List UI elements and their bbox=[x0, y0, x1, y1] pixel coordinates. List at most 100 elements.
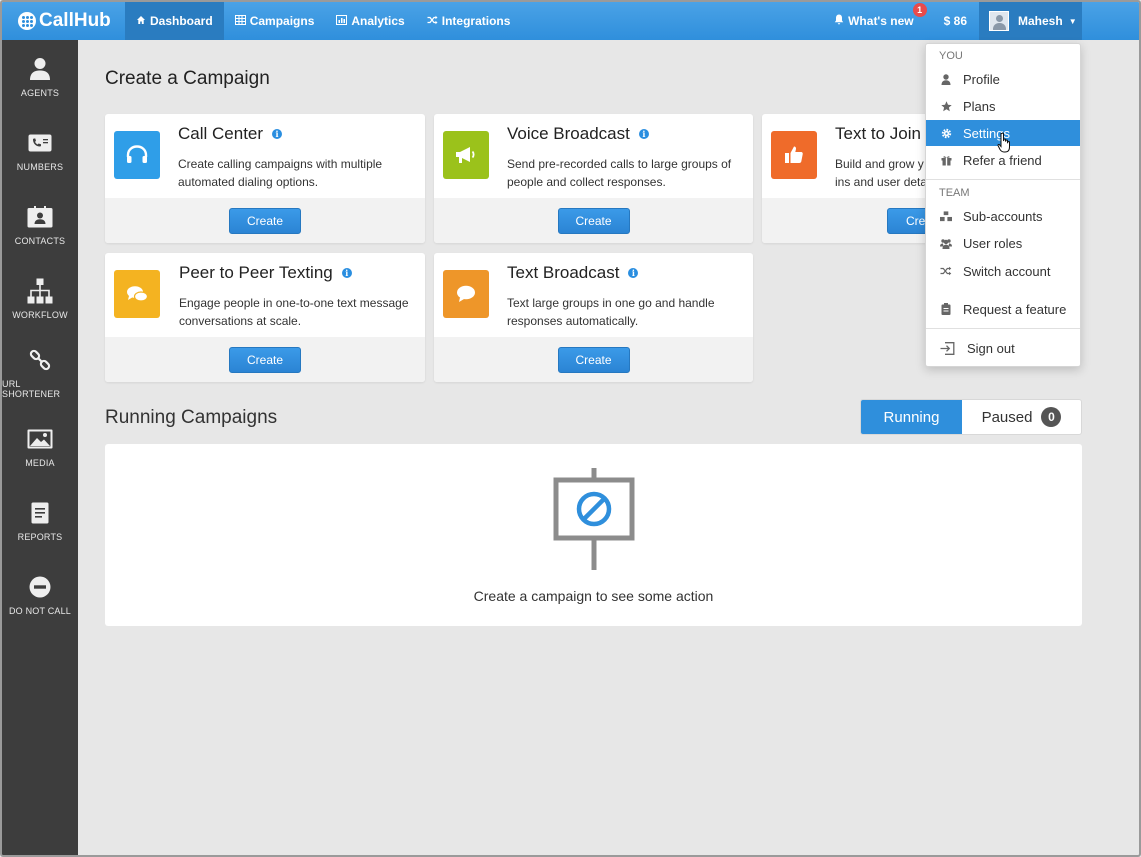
menu-section-you: YOU bbox=[939, 50, 963, 62]
sidebar-item-contacts[interactable]: CONTACTS bbox=[2, 188, 78, 262]
campaign-card-call-center: Call Center i Create calling campaigns wi… bbox=[105, 114, 425, 243]
menu-item-profile[interactable]: Profile bbox=[926, 66, 1080, 92]
menu-item-switch-account[interactable]: Switch account bbox=[926, 258, 1080, 284]
sidebar-item-url-shortener[interactable]: URL SHORTENER bbox=[2, 336, 78, 410]
sidebar-item-workflow[interactable]: WORKFLOW bbox=[2, 262, 78, 336]
campaign-card-text-broadcast: Text Broadcast i Text large groups in one… bbox=[434, 253, 753, 382]
tab-running[interactable]: Running bbox=[861, 400, 962, 434]
sidebar-item-label: CONTACTS bbox=[14, 236, 66, 246]
credit-balance[interactable]: $ 86 bbox=[944, 14, 967, 28]
speech-bubble-icon bbox=[443, 270, 489, 318]
minus-circle-icon bbox=[27, 574, 53, 600]
menu-item-plans[interactable]: Plans bbox=[926, 93, 1080, 119]
brand-name: CallHub bbox=[39, 10, 111, 31]
menu-item-sub-accounts[interactable]: Sub-accounts bbox=[926, 203, 1080, 229]
home-icon bbox=[136, 15, 146, 28]
menu-divider bbox=[926, 179, 1080, 180]
sidebar-item-agents[interactable]: AGENTS bbox=[2, 40, 78, 114]
topbar-right: What's new 1 $ 86 Mahesh ▼ bbox=[834, 2, 1139, 40]
sidebar-item-do-not-call[interactable]: DO NOT CALL bbox=[2, 558, 78, 632]
create-peer-to-peer-button[interactable]: Create bbox=[229, 346, 301, 373]
menu-section-team: TEAM bbox=[939, 187, 970, 199]
hierarchy-icon bbox=[27, 278, 53, 304]
main-nav: Dashboard Campaigns Analytics Integratio… bbox=[125, 2, 521, 40]
person-icon bbox=[940, 73, 952, 85]
brand-logo[interactable]: CallHub bbox=[2, 2, 125, 40]
sitemap-icon bbox=[940, 210, 952, 222]
tab-paused[interactable]: Paused 0 bbox=[962, 400, 1081, 434]
info-icon[interactable]: i bbox=[272, 129, 283, 139]
menu-item-user-roles[interactable]: User roles bbox=[926, 230, 1080, 256]
sidebar-item-label: DO NOT CALL bbox=[8, 606, 72, 616]
image-icon bbox=[27, 426, 53, 452]
bell-icon bbox=[834, 14, 844, 28]
bar-chart-icon bbox=[336, 14, 348, 28]
star-icon bbox=[940, 100, 952, 112]
info-icon[interactable]: i bbox=[628, 268, 639, 278]
card-title: Voice Broadcast i bbox=[507, 124, 649, 144]
gear-icon bbox=[940, 128, 952, 139]
link-icon bbox=[27, 347, 53, 373]
headset-icon bbox=[114, 131, 160, 179]
clipboard-icon bbox=[940, 303, 952, 315]
info-icon[interactable]: i bbox=[638, 129, 649, 139]
no-campaign-sign-icon bbox=[553, 468, 635, 570]
shuffle-icon bbox=[940, 266, 952, 276]
chat-bubbles-icon bbox=[114, 270, 160, 318]
campaign-card-peer-to-peer: Peer to Peer Texting i Engage people in o… bbox=[105, 253, 425, 382]
user-menu-toggle[interactable]: Mahesh ▼ bbox=[979, 2, 1082, 40]
gift-icon bbox=[940, 155, 952, 166]
top-navbar: CallHub Dashboard Campaigns Analytics In… bbox=[2, 2, 1139, 40]
card-footer: Create bbox=[434, 337, 753, 382]
megaphone-icon bbox=[443, 131, 489, 179]
sidebar-item-label: WORKFLOW bbox=[12, 310, 68, 320]
running-campaigns-title: Running Campaigns bbox=[105, 407, 278, 428]
sidebar-item-label: URL SHORTENER bbox=[2, 379, 61, 399]
running-campaigns-empty-state: Create a campaign to see some action bbox=[105, 444, 1082, 626]
nav-dashboard-label: Dashboard bbox=[150, 14, 213, 28]
sidebar-item-reports[interactable]: REPORTS bbox=[2, 484, 78, 558]
shuffle-icon bbox=[427, 15, 438, 28]
sidebar-item-media[interactable]: MEDIA bbox=[2, 410, 78, 484]
whats-new-label: What's new bbox=[848, 14, 914, 28]
nav-analytics[interactable]: Analytics bbox=[325, 2, 415, 40]
sidebar-item-numbers[interactable]: NUMBERS bbox=[2, 114, 78, 188]
campaign-card-voice-broadcast: Voice Broadcast i Send pre-recorded calls… bbox=[434, 114, 753, 243]
card-title: Text to Join bbox=[835, 124, 921, 143]
create-voice-broadcast-button[interactable]: Create bbox=[557, 207, 630, 234]
left-sidebar: AGENTS NUMBERS CONTACTS WORKFLOW URL SHO… bbox=[2, 40, 78, 855]
menu-item-label: Refer a friend bbox=[963, 152, 1042, 168]
menu-item-label: Sign out bbox=[967, 340, 1015, 356]
campaign-status-toggle: Running Paused 0 bbox=[860, 399, 1082, 435]
menu-item-request-a-feature[interactable]: Request a feature bbox=[926, 296, 1080, 322]
card-description: Engage people in one-to-one text message… bbox=[179, 296, 409, 328]
users-icon bbox=[940, 238, 952, 249]
user-name: Mahesh bbox=[1018, 14, 1063, 28]
notification-badge: 1 bbox=[912, 3, 927, 17]
hand-cursor-icon bbox=[997, 132, 1013, 154]
sidebar-item-label: AGENTS bbox=[20, 88, 60, 98]
avatar bbox=[989, 11, 1009, 31]
menu-item-label: User roles bbox=[963, 235, 1023, 251]
create-text-broadcast-button[interactable]: Create bbox=[557, 346, 630, 373]
menu-item-sign-out[interactable]: Sign out bbox=[926, 335, 1080, 361]
menu-item-label: Request a feature bbox=[963, 301, 1067, 317]
tab-paused-label: Paused bbox=[981, 408, 1033, 426]
card-footer: Create bbox=[105, 337, 425, 382]
card-description: Send pre-recorded calls to large groups … bbox=[507, 157, 732, 189]
callhub-logo-icon bbox=[18, 12, 36, 30]
sidebar-item-label: REPORTS bbox=[17, 532, 63, 542]
info-icon[interactable]: i bbox=[341, 268, 352, 278]
contact-card-icon bbox=[27, 204, 53, 230]
nav-dashboard[interactable]: Dashboard bbox=[125, 2, 224, 40]
nav-integrations[interactable]: Integrations bbox=[416, 2, 522, 40]
person-icon bbox=[27, 56, 53, 82]
empty-state-message: Create a campaign to see some action bbox=[473, 588, 714, 604]
caret-down-icon: ▼ bbox=[1068, 16, 1077, 26]
whats-new-button[interactable]: What's new 1 bbox=[834, 3, 927, 28]
document-icon bbox=[27, 500, 53, 526]
create-call-center-button[interactable]: Create bbox=[229, 207, 301, 234]
menu-item-label: Sub-accounts bbox=[963, 208, 1043, 224]
create-campaign-title: Create a Campaign bbox=[105, 68, 270, 89]
nav-campaigns[interactable]: Campaigns bbox=[224, 2, 326, 40]
